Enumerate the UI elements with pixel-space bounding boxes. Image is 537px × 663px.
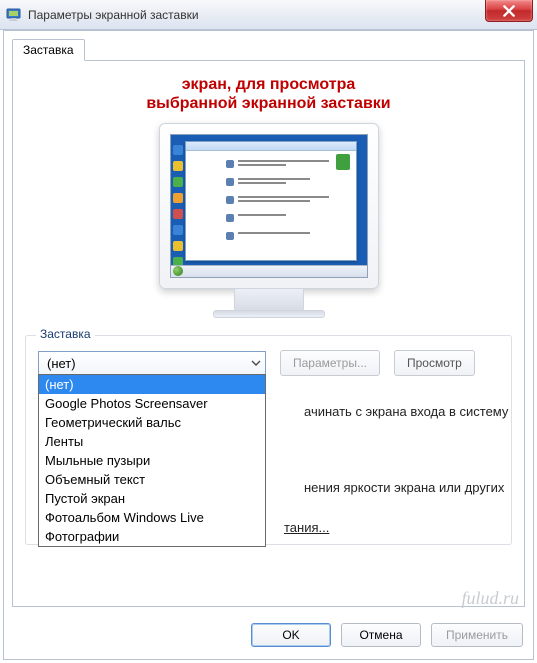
screensaver-combo[interactable]: (нет): [38, 351, 266, 375]
ok-button[interactable]: OK: [251, 623, 331, 647]
tab-strip: Заставка: [12, 39, 85, 61]
annotation-text: экран, для просмотра выбранной экранной …: [25, 75, 512, 113]
option-blank[interactable]: Пустой экран: [39, 489, 265, 508]
preview-area: [25, 123, 512, 313]
option-photos[interactable]: Фотографии: [39, 527, 265, 546]
titlebar: Параметры экранной заставки: [0, 0, 537, 30]
annotation-line2: выбранной экранной заставки: [25, 94, 512, 113]
apply-button[interactable]: Применить: [431, 623, 523, 647]
option-windows-live-photos[interactable]: Фотоальбом Windows Live: [39, 508, 265, 527]
client-area: Заставка экран, для просмотра выбранной …: [3, 30, 534, 660]
chevron-down-icon: [251, 358, 261, 368]
monitor-preview: [159, 123, 379, 313]
footer-buttons: OK Отмена Применить: [251, 623, 523, 647]
preview-button[interactable]: Просмотр: [394, 350, 475, 376]
option-none[interactable]: (нет): [39, 375, 265, 394]
close-icon: [502, 5, 516, 17]
option-3d-text[interactable]: Объемный текст: [39, 470, 265, 489]
watermark: fulud.ru: [461, 588, 519, 609]
screensaver-dropdown-list[interactable]: (нет) Google Photos Screensaver Геометри…: [38, 374, 266, 547]
tab-panel: экран, для просмотра выбранной экранной …: [12, 60, 525, 607]
controls-row: (нет) Параметры... Просмотр: [38, 350, 499, 376]
option-google-photos[interactable]: Google Photos Screensaver: [39, 394, 265, 413]
cancel-button[interactable]: Отмена: [341, 623, 421, 647]
option-bubbles[interactable]: Мыльные пузыри: [39, 451, 265, 470]
option-geometric-waltz[interactable]: Геометрический вальс: [39, 413, 265, 432]
power-settings-link[interactable]: тания...: [284, 520, 329, 535]
params-button[interactable]: Параметры...: [280, 350, 380, 376]
combo-selected-text: (нет): [47, 356, 76, 371]
app-icon: [6, 7, 22, 23]
power-text-partial: нения яркости экрана или других: [304, 480, 504, 495]
window-title: Параметры экранной заставки: [28, 8, 199, 22]
screensaver-groupbox: Заставка (нет) Параметры... Просмотр ачи…: [25, 335, 512, 545]
tab-screensaver[interactable]: Заставка: [12, 39, 85, 61]
groupbox-legend: Заставка: [36, 327, 95, 341]
close-button[interactable]: [485, 0, 533, 22]
checkbox-label-partial: ачинать с экрана входа в систему: [304, 404, 508, 419]
option-ribbons[interactable]: Ленты: [39, 432, 265, 451]
annotation-line1: экран, для просмотра: [25, 75, 512, 94]
